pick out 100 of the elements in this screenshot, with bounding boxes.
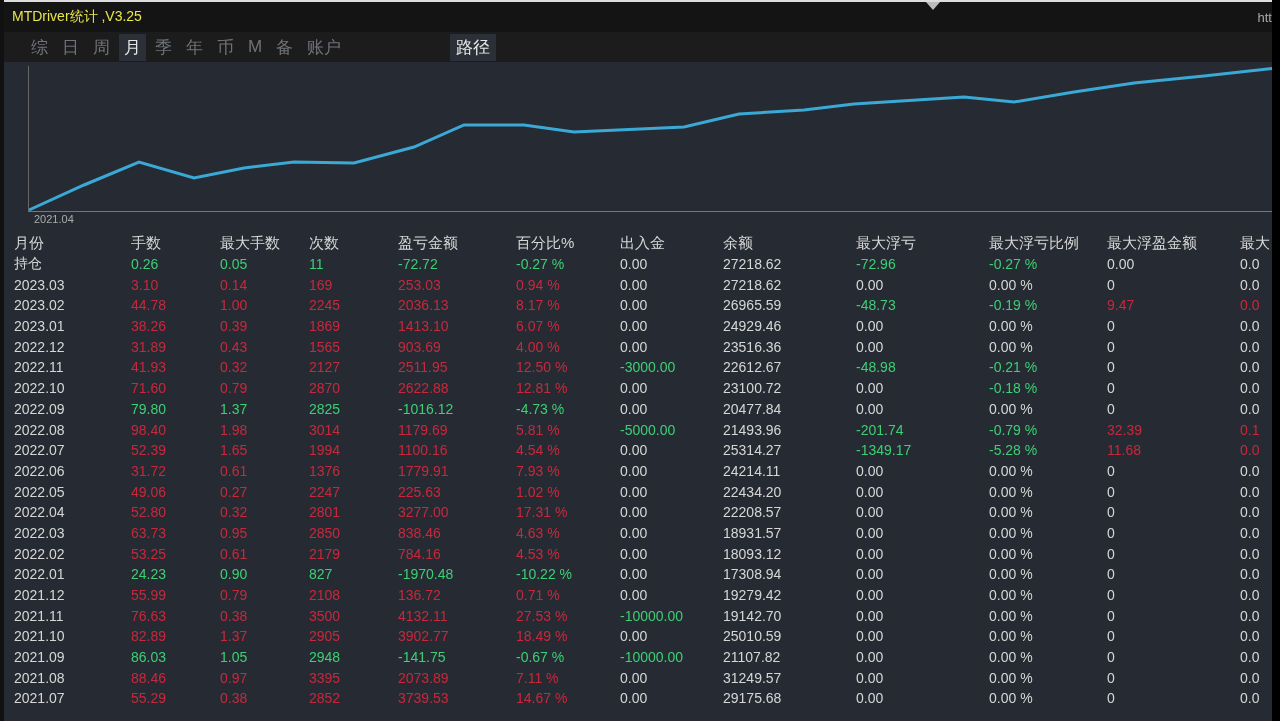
table-cell-text: 0.0 [1240,338,1261,355]
table-cell-text: 0.00 % [989,649,1034,666]
table-cell-text: 0.95 [220,524,249,541]
period-tab[interactable]: 季 [150,33,177,61]
table-cell-text: 1.37 [220,400,249,417]
table-cell-text: 0.61 [220,462,249,479]
table-cell-text: 0.00 [620,462,649,479]
table-cell-text: 0 [1107,669,1116,686]
table-cell-text: 5.81 % [516,421,561,438]
table-cell-text: 0.0 [1240,545,1261,562]
table-cell-text: 1413.10 [398,318,450,335]
table-cell-text: -10000.00 [620,607,685,624]
table-cell-text: 0.0 [1240,524,1261,541]
table-cell-text: 2022.04 [14,504,66,521]
table-cell-text: 3500 [309,607,342,624]
table-cell-text: -201.74 [856,421,905,438]
table-cell-text: 2245 [309,297,342,314]
table-cell-text: 0.00 [856,400,885,417]
table-cell-text: 2127 [309,359,342,376]
table-cell-text: 17308.94 [723,566,783,583]
table-cell-text: 2622.88 [398,380,450,397]
period-tab[interactable]: 币 [212,33,239,61]
table-cell-text: 903.69 [398,338,442,355]
table-cell-text: -0.79 % [989,421,1039,438]
table-cell-text: 0 [1107,380,1116,397]
period-tab[interactable]: 年 [181,33,208,61]
table-cell-text: -5.28 % [989,442,1039,459]
period-tab[interactable]: 周 [88,33,115,61]
period-tab[interactable]: 月 [119,33,146,61]
table-cell-text: 0.00 [856,545,885,562]
period-tab[interactable]: 账户 [302,33,347,61]
table-cell-text: 0.00 [856,276,885,293]
table-cell-text: 3902.77 [398,628,450,645]
table-cell-text: 0 [1107,318,1116,335]
table-cell-text: -0.19 % [989,297,1039,314]
table-cell-text: 0.00 [620,256,649,273]
table-cell-text: 19279.42 [723,587,783,604]
table-cell-text: 2852 [309,690,342,707]
table-cell-text: 0.0 [1240,318,1261,335]
table-cell-text: 2022.11 [14,359,65,376]
table-cell-text: 1779.91 [398,462,450,479]
table-cell-text: 0.00 [620,628,649,645]
table-cell-text: 0.00 [856,462,885,479]
table-cell-text: 0.00 % [989,483,1034,500]
table-cell-text: 1565 [309,338,342,355]
table-cell-text: 22612.67 [723,359,783,376]
table-cell-text: 2022.10 [14,380,66,397]
table-cell-text: 2801 [309,504,342,521]
table-cell-text: 1.00 [220,297,249,314]
table-cell-text: 55.99 [131,587,168,604]
table-cell-text: 2511.95 [398,359,449,376]
table-cell-text: 1376 [309,462,342,479]
table-cell-text: 0 [1107,607,1116,624]
table-cell-text: 2021.08 [14,669,66,686]
table-cell-text: 55.29 [131,690,168,707]
table-cell-text: 18093.12 [723,545,783,562]
table-cell-text: 4.63 % [516,524,561,541]
table-cell-text: 25314.27 [723,442,783,459]
column-header: 最大浮亏 [856,233,917,253]
table-cell-text: 0.00 % [989,400,1034,417]
table-cell-text: 0.00 [856,318,885,335]
table-cell-text: 0 [1107,628,1116,645]
table-cell-text: 169 [309,276,334,293]
table-cell-text: 0.79 [220,587,249,604]
table-cell-text: -10000.00 [620,649,685,666]
table-cell-text: 32.39 [1107,421,1144,438]
table-cell-text: 0.32 [220,359,249,376]
table-cell-text: 0.0 [1240,607,1261,624]
table-cell-text: 4.54 % [516,442,561,459]
table-cell-text: 2022.09 [14,400,66,417]
table-cell-text: 2021.09 [14,649,66,666]
table-cell-text: 2021.12 [14,587,66,604]
table-cell-text: 2022.05 [14,483,66,500]
table-cell-text: 27218.62 [723,256,783,273]
table-cell-text: 0.00 [620,545,649,562]
table-cell-text: 0 [1107,504,1116,521]
table-cell-text: 27.53 % [516,607,569,624]
period-tab[interactable]: 备 [271,33,299,61]
table-cell-text: 0.00 [620,566,649,583]
column-header: 出入金 [620,233,666,253]
table-cell-text: -0.27 % [516,256,566,273]
table-cell-text: 18.49 % [516,628,569,645]
table-cell-text: 0 [1107,338,1116,355]
table-cell-text: 2023.02 [14,297,66,314]
period-tab[interactable]: 综 [26,33,53,61]
path-button[interactable]: 路径 [450,33,497,61]
table-cell-text: 24214.11 [723,462,782,479]
table-cell-text: 0.0 [1240,380,1261,397]
table-cell-text: 0.00 [620,524,649,541]
table-cell-text: 2021.11 [14,607,65,624]
table-cell-text: 0.00 % [989,545,1034,562]
table-cell-text: 0.00 [620,400,649,417]
table-cell-text: 21107.82 [723,649,782,666]
table-cell-text: 71.60 [131,380,168,397]
table-cell-text: 827 [309,566,334,583]
table-cell-text: 2073.89 [398,669,450,686]
period-tab[interactable]: 日 [57,33,84,61]
table-cell-text: 76.63 [131,607,168,624]
table-cell-text: 26965.59 [723,297,783,314]
period-tab[interactable]: M [243,35,268,59]
